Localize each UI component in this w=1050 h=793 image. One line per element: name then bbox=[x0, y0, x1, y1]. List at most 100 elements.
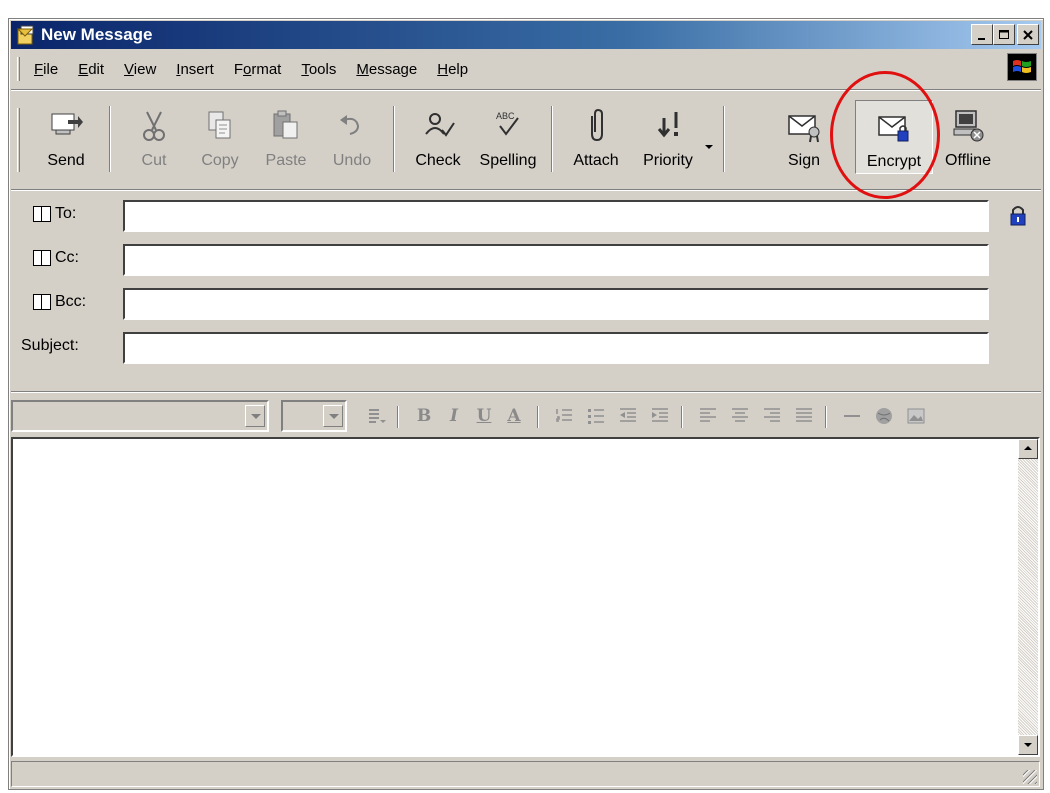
menu-bar: File Edit View Insert Format Tools Messa… bbox=[11, 53, 1041, 83]
scissors-icon bbox=[136, 108, 172, 144]
windows-logo-icon bbox=[1007, 53, 1037, 81]
chevron-down-icon[interactable] bbox=[245, 405, 265, 427]
undo-label: Undo bbox=[332, 152, 372, 169]
justify-icon[interactable] bbox=[791, 404, 817, 428]
priority-dropdown-arrow[interactable] bbox=[705, 145, 713, 149]
offline-button[interactable]: Offline bbox=[935, 100, 1001, 174]
to-button[interactable]: To: bbox=[33, 205, 76, 223]
bcc-label: Bcc: bbox=[55, 293, 87, 310]
window-title: New Message bbox=[41, 25, 153, 44]
scroll-down-button[interactable] bbox=[1018, 735, 1038, 755]
subject-field[interactable] bbox=[123, 332, 989, 364]
to-field[interactable] bbox=[123, 200, 989, 232]
toolbar-separator bbox=[109, 106, 111, 172]
window-controls bbox=[971, 24, 1039, 45]
copy-icon bbox=[202, 108, 238, 144]
menu-tools[interactable]: Tools bbox=[291, 61, 346, 78]
offline-label: Offline bbox=[945, 152, 991, 169]
cc-row: Cc: bbox=[11, 242, 1041, 276]
bullet-list-icon[interactable] bbox=[583, 404, 609, 428]
toolbar-separator bbox=[723, 106, 725, 172]
attach-label: Attach bbox=[573, 152, 619, 169]
menu-format[interactable]: Format bbox=[224, 61, 292, 78]
menu-grip[interactable] bbox=[17, 57, 20, 81]
paste-button[interactable]: Paste bbox=[253, 100, 319, 174]
spelling-icon: ABC bbox=[490, 108, 526, 144]
bcc-button[interactable]: Bcc: bbox=[33, 293, 86, 311]
formatting-toolbar: B I U A bbox=[11, 391, 1041, 435]
menu-edit[interactable]: Edit bbox=[68, 61, 114, 78]
bcc-field[interactable] bbox=[123, 288, 989, 320]
lock-icon bbox=[1010, 206, 1026, 226]
menu-message[interactable]: Message bbox=[346, 61, 427, 78]
copy-button[interactable]: Copy bbox=[187, 100, 253, 174]
menu-insert-label: nsert bbox=[180, 60, 214, 78]
priority-button[interactable]: Priority bbox=[635, 100, 701, 174]
subject-label: Subject: bbox=[21, 337, 79, 354]
align-right-icon[interactable] bbox=[759, 404, 785, 428]
menu-view-label: iew bbox=[133, 60, 157, 78]
numbered-list-icon[interactable] bbox=[551, 404, 577, 428]
font-color-button[interactable]: A bbox=[501, 404, 527, 428]
cut-label: Cut bbox=[141, 152, 167, 169]
horizontal-line-icon[interactable] bbox=[839, 404, 865, 428]
copy-label: Copy bbox=[201, 152, 239, 169]
new-message-window: New Message File Edit View Insert Format… bbox=[8, 18, 1044, 790]
bold-button[interactable]: B bbox=[411, 404, 437, 428]
toolbar-grip[interactable] bbox=[17, 108, 20, 172]
subject-label-wrap: Subject: bbox=[21, 337, 79, 355]
sign-button[interactable]: Sign bbox=[771, 100, 837, 174]
underline-button[interactable]: U bbox=[471, 404, 497, 428]
attach-button[interactable]: Attach bbox=[563, 100, 629, 174]
message-body[interactable] bbox=[11, 437, 1040, 757]
menu-format-pre: F bbox=[233, 60, 243, 78]
encrypt-button[interactable]: Encrypt bbox=[855, 100, 933, 174]
to-row: To: bbox=[11, 198, 1041, 232]
cc-button[interactable]: Cc: bbox=[33, 249, 79, 267]
title-bar[interactable]: New Message bbox=[11, 21, 1041, 49]
close-button[interactable] bbox=[1017, 24, 1039, 45]
decrease-indent-icon[interactable] bbox=[615, 404, 641, 428]
vertical-scrollbar[interactable] bbox=[1018, 439, 1038, 755]
close-icon bbox=[1023, 29, 1033, 40]
format-separator bbox=[681, 406, 683, 428]
menu-insert[interactable]: Insert bbox=[166, 61, 224, 78]
italic-button[interactable]: I bbox=[441, 404, 467, 428]
menu-file-label: ile bbox=[43, 60, 59, 78]
spelling-button[interactable]: ABC Spelling bbox=[475, 100, 541, 174]
sign-label: Sign bbox=[787, 152, 821, 169]
paste-label: Paste bbox=[265, 152, 307, 169]
menu-tools-accel: T bbox=[301, 60, 309, 78]
scroll-up-button[interactable] bbox=[1018, 439, 1038, 459]
cc-field[interactable] bbox=[123, 244, 989, 276]
menu-file[interactable]: File bbox=[30, 61, 68, 78]
menu-format-label: rmat bbox=[251, 60, 282, 78]
cut-button[interactable]: Cut bbox=[121, 100, 187, 174]
check-names-button[interactable]: Check bbox=[405, 100, 471, 174]
encrypt-envelope-icon bbox=[876, 109, 912, 145]
send-button[interactable]: Send bbox=[33, 100, 99, 174]
font-size-select[interactable] bbox=[281, 400, 347, 432]
menu-view[interactable]: View bbox=[114, 61, 166, 78]
check-label: Check bbox=[415, 152, 461, 169]
format-separator bbox=[825, 406, 827, 428]
cc-label: Cc: bbox=[55, 249, 79, 266]
paragraph-style-icon[interactable] bbox=[363, 404, 389, 428]
insert-picture-icon[interactable] bbox=[903, 404, 929, 428]
bcc-row: Bcc: bbox=[11, 286, 1041, 320]
send-label: Send bbox=[47, 152, 85, 169]
align-center-icon[interactable] bbox=[727, 404, 753, 428]
priority-label: Priority bbox=[643, 152, 693, 169]
align-left-icon[interactable] bbox=[695, 404, 721, 428]
chevron-down-icon[interactable] bbox=[323, 405, 343, 427]
menu-help[interactable]: Help bbox=[427, 61, 478, 78]
font-name-select[interactable] bbox=[11, 400, 269, 432]
maximize-button[interactable] bbox=[993, 24, 1015, 45]
hyperlink-globe-icon[interactable] bbox=[871, 404, 897, 428]
minimize-button[interactable] bbox=[971, 24, 993, 45]
resize-grip-icon[interactable] bbox=[1023, 770, 1037, 784]
sign-envelope-icon bbox=[786, 108, 822, 144]
increase-indent-icon[interactable] bbox=[647, 404, 673, 428]
menu-message-accel: M bbox=[356, 60, 369, 78]
undo-button[interactable]: Undo bbox=[319, 100, 385, 174]
